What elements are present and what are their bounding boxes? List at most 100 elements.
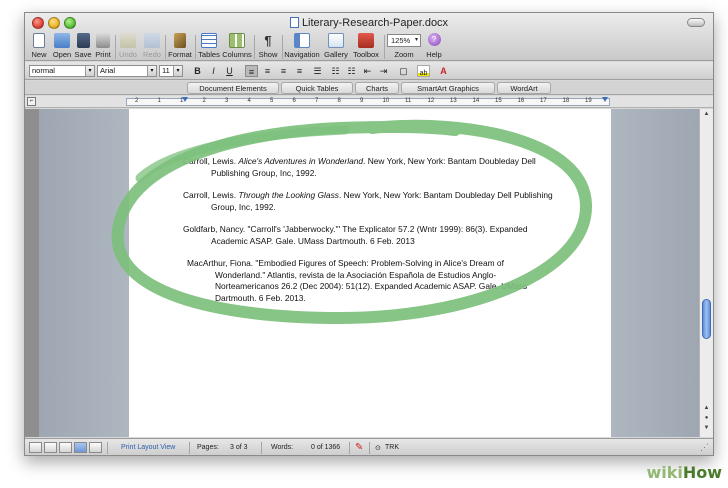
bullets-button[interactable]: ☷: [329, 65, 342, 77]
align-right-button[interactable]: ≡: [277, 65, 290, 77]
ruler-number: 19: [585, 98, 592, 104]
help-button[interactable]: ? Help: [423, 33, 445, 59]
show-button[interactable]: ¶ Show: [257, 33, 279, 59]
right-margin-shade: [611, 109, 701, 437]
bold-button[interactable]: B: [191, 65, 204, 77]
notebook-view-button[interactable]: [89, 442, 102, 453]
folder-icon: [54, 33, 70, 48]
font-size-select[interactable]: 11 ▾: [159, 65, 183, 77]
wikihow-logo: wikiHow: [646, 463, 722, 482]
next-page-icon[interactable]: ▼: [701, 425, 712, 435]
font-color-button[interactable]: A: [437, 65, 450, 77]
toolbar-toggle-button[interactable]: [687, 18, 705, 27]
tab-quick-tables[interactable]: Quick Tables: [281, 82, 353, 94]
ruler-number: 8: [337, 98, 341, 104]
font-select[interactable]: Arial ▾: [97, 65, 157, 77]
ruler-number: 1: [157, 98, 161, 104]
new-button[interactable]: New: [27, 33, 51, 59]
columns-button[interactable]: Columns: [222, 33, 252, 59]
increase-indent-icon: ⇥: [379, 66, 388, 76]
gallery-button[interactable]: Gallery: [323, 33, 349, 59]
align-right-icon: ≡: [280, 66, 287, 76]
scroll-up-icon[interactable]: ▲: [701, 111, 712, 121]
line-spacing-icon: ☰: [313, 66, 322, 76]
status-divider: [189, 442, 190, 454]
underline-button[interactable]: U: [223, 65, 236, 77]
draft-view-button[interactable]: [29, 442, 42, 453]
tab-document-elements[interactable]: Document Elements: [187, 82, 279, 94]
borders-button[interactable]: ▢: [397, 65, 410, 77]
words-label: Words:: [271, 444, 294, 451]
align-center-icon: ≡: [264, 66, 271, 76]
tab-smartart-graphics[interactable]: SmartArt Graphics: [401, 82, 495, 94]
document-area: Carroll, Lewis. Alice's Adventures in Wo…: [25, 109, 701, 437]
chevron-down-icon: ▾: [147, 66, 156, 76]
align-left-button[interactable]: ≡: [245, 65, 258, 77]
spelling-check-icon[interactable]: ✎: [355, 442, 363, 453]
print-button[interactable]: Print: [93, 33, 113, 59]
zoom-label: Zoom: [394, 50, 414, 59]
navigation-button[interactable]: Navigation: [283, 33, 321, 59]
citation-entry: Goldfarb, Nancy. "Carroll's 'Jabberwocky…: [183, 224, 553, 247]
ruler-number: 4: [247, 98, 251, 104]
italic-button[interactable]: I: [207, 65, 220, 77]
zoom-select[interactable]: 125% ▾: [387, 34, 421, 47]
format-button[interactable]: Format: [167, 33, 193, 59]
chevron-down-icon: ▾: [85, 66, 94, 76]
pages-label: Pages:: [197, 444, 219, 451]
ruler-number: 7: [315, 98, 319, 104]
citation-entry: Carroll, Lewis. Through the Looking Glas…: [183, 190, 553, 213]
browse-object-icon[interactable]: ●: [701, 415, 712, 425]
toolbar-divider: [254, 35, 255, 59]
scrollbar-thumb[interactable]: [702, 299, 711, 339]
zoom-control[interactable]: 125% ▾ Zoom: [385, 33, 423, 59]
print-layout-view-button[interactable]: [74, 442, 87, 453]
columns-label: Columns: [222, 50, 252, 59]
line-spacing-button[interactable]: ☰: [311, 65, 324, 77]
paintbrush-icon: [174, 33, 186, 48]
word-window: Literary-Research-Paper.docx New Open Sa…: [24, 12, 714, 456]
outline-view-button[interactable]: [44, 442, 57, 453]
horizontal-ruler[interactable]: 2 1 1 2 3 4 5 6 7 8 9 10 11 12 13 14 15 16 17 18 19: [126, 97, 610, 106]
redo-button[interactable]: Redo: [141, 33, 163, 59]
view-name-label: Print Layout View: [121, 444, 176, 451]
zoom-value: 125%: [391, 36, 411, 45]
vertical-scrollbar[interactable]: ▲ ▲ ● ▼: [699, 109, 713, 437]
citation-text: Carroll, Lewis.: [183, 156, 239, 166]
previous-page-icon[interactable]: ▲: [701, 405, 712, 415]
numbering-button[interactable]: ☷: [345, 65, 358, 77]
citation-text: Carroll, Lewis.: [183, 190, 239, 200]
decrease-indent-button[interactable]: ⇤: [361, 65, 374, 77]
open-button[interactable]: Open: [51, 33, 73, 59]
help-icon: ?: [427, 33, 441, 46]
tab-stop-selector[interactable]: ⌐: [27, 97, 36, 106]
track-changes-icon: ⊙: [375, 445, 381, 452]
document-page[interactable]: Carroll, Lewis. Alice's Adventures in Wo…: [129, 109, 611, 437]
right-indent-marker[interactable]: [602, 97, 608, 102]
tab-wordart[interactable]: WordArt: [497, 82, 551, 94]
track-changes-label[interactable]: TRK: [385, 444, 399, 451]
tables-button[interactable]: Tables: [197, 33, 221, 59]
decrease-indent-icon: ⇤: [363, 66, 372, 76]
save-button[interactable]: Save: [73, 33, 93, 59]
citation-text: Goldfarb, Nancy. "Carroll's 'Jabberwocky…: [183, 224, 528, 246]
align-center-button[interactable]: ≡: [261, 65, 274, 77]
publishing-view-button[interactable]: [59, 442, 72, 453]
new-label: New: [31, 50, 47, 59]
tab-charts[interactable]: Charts: [355, 82, 399, 94]
navigation-label: Navigation: [284, 50, 320, 59]
ruler-number: 1: [180, 98, 184, 104]
help-label: Help: [426, 50, 442, 59]
border-icon: ▢: [399, 66, 408, 76]
increase-indent-button[interactable]: ⇥: [377, 65, 390, 77]
resize-grip-icon[interactable]: ⋰: [700, 442, 709, 453]
ruler-number: 5: [270, 98, 274, 104]
table-icon: [201, 33, 217, 48]
justify-button[interactable]: ≡: [293, 65, 306, 77]
toolbox-button[interactable]: Toolbox: [350, 33, 382, 59]
undo-button[interactable]: Undo: [117, 33, 139, 59]
highlight-button[interactable]: ab: [417, 65, 430, 77]
style-select[interactable]: normal ▾: [29, 65, 95, 77]
window-title-text: Literary-Research-Paper.docx: [301, 17, 449, 29]
gallery-icon: [328, 33, 344, 48]
